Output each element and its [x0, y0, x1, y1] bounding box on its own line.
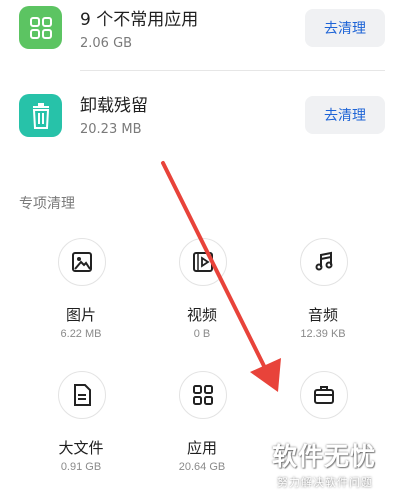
unused-apps-title: 9 个不常用应用	[80, 10, 199, 30]
tile-size: 20.64 GB	[178, 461, 226, 473]
apps-grid-icon	[179, 371, 227, 419]
storage-cleaner-screen: 9 个不常用应用 2.06 GB 去清理 卸载残留 20.23 MB 去清理 专…	[0, 0, 400, 500]
tile-images[interactable]: 图片 6.22 MB	[22, 238, 142, 358]
video-icon	[179, 238, 227, 286]
tile-label: 应用	[186, 439, 217, 457]
clean-uninstall-residue-button[interactable]: 去清理	[305, 96, 385, 134]
watermark-subtitle: 努力解决软件问题	[277, 476, 373, 489]
trash-icon	[19, 94, 62, 137]
briefcase-icon	[300, 371, 348, 419]
tile-videos[interactable]: 视频 0 B	[143, 238, 263, 358]
document-icon	[58, 371, 106, 419]
grid-apps-icon	[19, 6, 62, 49]
watermark-title: 软件无忧	[272, 442, 377, 471]
uninstall-residue-row[interactable]: 卸载残留 20.23 MB 去清理	[0, 85, 400, 155]
special-clean-section-title: 专项清理	[19, 196, 75, 212]
unused-apps-row[interactable]: 9 个不常用应用 2.06 GB 去清理	[0, 0, 400, 70]
tile-label: 视频	[186, 306, 217, 324]
tile-other[interactable]	[264, 371, 384, 491]
tile-audio[interactable]: 音频 12.39 KB	[264, 238, 384, 358]
music-note-icon	[300, 238, 348, 286]
tile-apps[interactable]: 应用 20.64 GB	[143, 371, 263, 491]
image-icon	[58, 238, 106, 286]
tile-label: 音频	[307, 306, 338, 324]
tile-label: 图片	[65, 306, 96, 324]
tile-size: 12.39 KB	[300, 328, 346, 340]
uninstall-residue-title: 卸载残留	[80, 96, 148, 116]
tile-size: 0.91 GB	[60, 461, 102, 473]
tile-size: 6.22 MB	[60, 328, 102, 340]
unused-apps-size: 2.06 GB	[80, 36, 133, 51]
tile-large-files[interactable]: 大文件 0.91 GB	[22, 371, 142, 491]
clean-unused-apps-button[interactable]: 去清理	[305, 9, 385, 47]
tile-size: 0 B	[193, 328, 211, 340]
uninstall-residue-size: 20.23 MB	[80, 122, 142, 137]
row-divider	[80, 70, 385, 71]
tile-label: 大文件	[58, 439, 104, 457]
